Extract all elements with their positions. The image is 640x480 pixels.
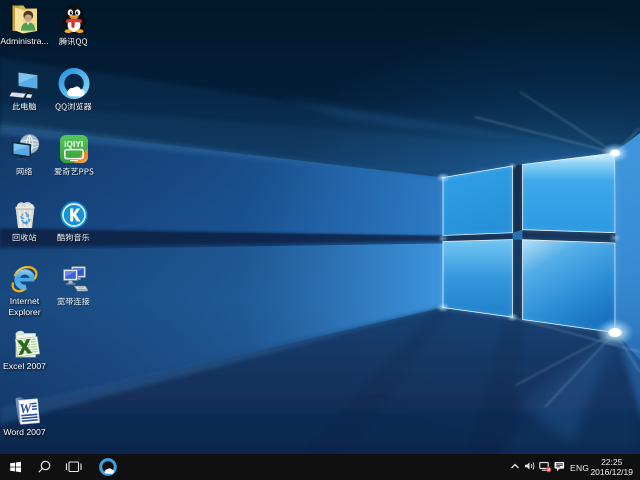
svg-text:iQIYI: iQIYI: [64, 140, 83, 149]
svg-text:W: W: [18, 400, 32, 416]
